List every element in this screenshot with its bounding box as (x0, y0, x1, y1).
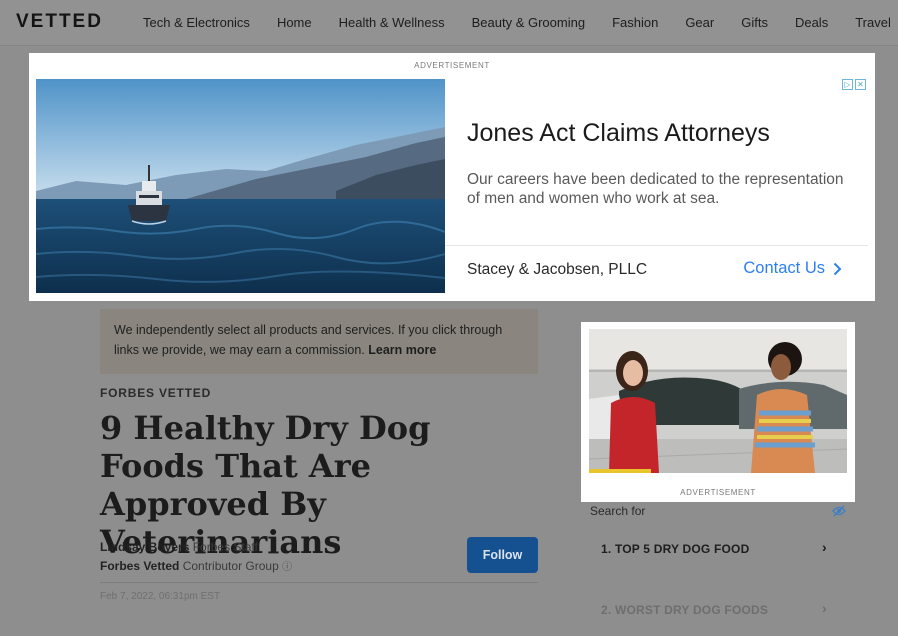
ad-showroom-image[interactable] (589, 329, 847, 473)
ad-info-icon[interactable]: ▷ (842, 79, 853, 90)
nav-item-travel[interactable]: Travel (855, 15, 891, 30)
contact-us-button[interactable]: Contact Us (743, 259, 842, 278)
publish-date: Feb 7, 2022, 06:31pm EST (100, 591, 221, 602)
chevron-right-icon (833, 262, 842, 275)
vetted-logo[interactable]: VETTED (16, 11, 103, 33)
ad-advertiser-name: Stacey & Jacobsen, PLLC (467, 261, 648, 278)
ad-boat-image[interactable] (36, 79, 445, 293)
ad-label: ADVERTISEMENT (414, 61, 490, 70)
ad-label: ADVERTISEMENT (680, 488, 756, 497)
top-advertisement[interactable]: ADVERTISEMENT ▷ ✕ Jones Act Claims Attor… (29, 53, 875, 301)
search-suggestion-2[interactable]: 2. WORST DRY DOG FOODS (601, 603, 768, 617)
chevron-right-icon[interactable]: › (822, 600, 827, 616)
author-role: Forbes Staff (192, 540, 258, 554)
contributor-group-role: Contributor Group (182, 559, 279, 573)
search-for-label: Search for (590, 504, 646, 518)
close-icon[interactable]: ✕ (855, 79, 866, 90)
nav-menu: Tech & Electronics Home Health & Wellnes… (143, 15, 898, 30)
byline-divider (100, 582, 538, 583)
eye-slash-icon[interactable] (832, 505, 846, 517)
nav-item-home[interactable]: Home (277, 15, 312, 30)
info-icon[interactable]: ⓘ (282, 562, 292, 573)
nav-item-tech[interactable]: Tech & Electronics (143, 15, 250, 30)
author-name[interactable]: Lindsay Boyers (100, 540, 189, 554)
disclaimer-text: We independently select all products and… (114, 323, 503, 357)
article-kicker[interactable]: FORBES VETTED (100, 386, 211, 400)
ad-choices[interactable]: ▷ ✕ (842, 79, 866, 90)
follow-button[interactable]: Follow (467, 537, 538, 573)
ad-text-panel[interactable]: ▷ ✕ Jones Act Claims Attorneys Our caree… (445, 79, 868, 293)
ad-headline[interactable]: Jones Act Claims Attorneys (467, 119, 770, 148)
ad-divider (445, 245, 868, 246)
top-nav: VETTED Tech & Electronics Home Health & … (0, 0, 898, 46)
nav-item-deals[interactable]: Deals (795, 15, 828, 30)
nav-item-fashion[interactable]: Fashion (612, 15, 658, 30)
byline: Lindsay Boyers Forbes Staff Forbes Vette… (100, 538, 292, 577)
search-suggestion-1[interactable]: 1. TOP 5 DRY DOG FOOD (601, 542, 749, 556)
learn-more-link[interactable]: Learn more (368, 343, 436, 357)
nav-item-gifts[interactable]: Gifts (741, 15, 768, 30)
contributor-group-name[interactable]: Forbes Vetted (100, 559, 179, 573)
side-advertisement[interactable]: ADVERTISEMENT (581, 322, 855, 502)
nav-item-health[interactable]: Health & Wellness (339, 15, 445, 30)
nav-item-beauty[interactable]: Beauty & Grooming (472, 15, 585, 30)
ad-body-text: Our careers have been dedicated to the r… (467, 171, 844, 207)
affiliate-disclaimer: We independently select all products and… (100, 309, 538, 374)
nav-item-gear[interactable]: Gear (685, 15, 714, 30)
contact-us-label: Contact Us (743, 259, 825, 277)
chevron-right-icon[interactable]: › (822, 539, 827, 555)
